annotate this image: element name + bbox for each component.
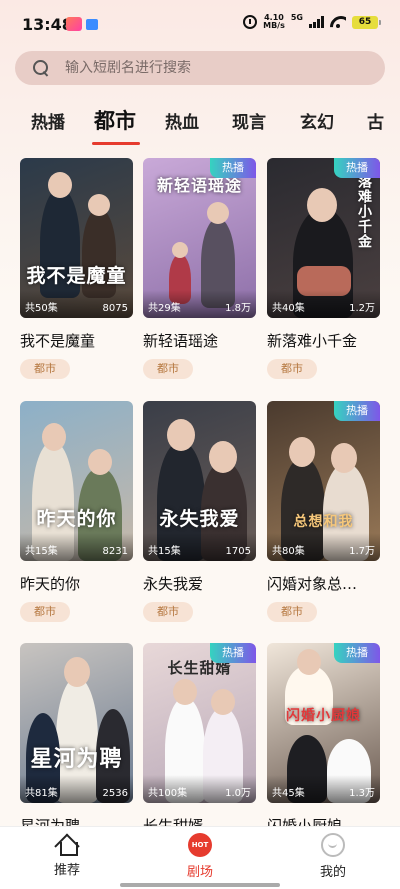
nav-recommend[interactable]: 推荐 [27, 833, 107, 878]
view-count: 8075 [102, 303, 128, 314]
drama-card[interactable]: 长生甜婿 热播 共100集 1.0万 长生甜婿 [143, 643, 256, 826]
view-count: 1.7万 [349, 546, 375, 557]
signal-icon [309, 16, 324, 28]
drama-card[interactable]: 落难小千金 热播 共40集 1.2万 新落难小千金 都市 [267, 158, 380, 379]
search-bar[interactable] [15, 51, 385, 85]
episode-count: 共29集 [148, 303, 181, 314]
app-notification-icon [66, 17, 82, 31]
drama-card[interactable]: 新轻语瑶途 热播 共29集 1.8万 新轻语瑶途 都市 [143, 158, 256, 379]
profile-icon [321, 833, 345, 857]
episode-count: 共50集 [25, 303, 58, 314]
search-icon[interactable] [33, 60, 49, 76]
battery-icon: 65 [352, 15, 381, 29]
genre-tag: 都市 [20, 359, 70, 379]
wifi-icon [330, 16, 346, 28]
drama-title[interactable]: 昨天的你 [20, 573, 133, 594]
home-indicator[interactable] [120, 883, 280, 887]
poster-title: 总想和我 [293, 514, 354, 530]
poster-title: 闪婚小厨娘 [286, 708, 361, 724]
app-notification-icon-2 [86, 19, 98, 30]
drama-card[interactable]: 我不是魔童 共50集 8075 我不是魔童 都市 [20, 158, 133, 379]
drama-card[interactable]: 总想和我 热播 共80集 1.7万 闪婚对象总… 都市 [267, 401, 380, 622]
drama-title[interactable]: 新轻语瑶途 [143, 330, 256, 351]
hot-icon: HOT [188, 833, 212, 857]
drama-poster[interactable]: 长生甜婿 热播 共100集 1.0万 [143, 643, 256, 803]
genre-tag: 都市 [267, 602, 317, 622]
drama-card[interactable]: 昨天的你 共15集 8231 昨天的你 都市 [20, 401, 133, 622]
drama-card[interactable]: 永失我爱 共15集 1705 永失我爱 都市 [143, 401, 256, 622]
network-type: 5G [290, 12, 303, 22]
drama-poster[interactable]: 永失我爱 共15集 1705 [143, 401, 256, 561]
nav-label: 推荐 [53, 863, 80, 878]
episode-count: 共45集 [272, 788, 305, 799]
drama-grid: 我不是魔童 共50集 8075 我不是魔童 都市 新轻语瑶途 热播 共29集 1… [0, 158, 400, 826]
drama-poster[interactable]: 我不是魔童 共50集 8075 [20, 158, 133, 318]
drama-poster[interactable]: 落难小千金 热播 共40集 1.2万 [267, 158, 380, 318]
drama-poster[interactable]: 总想和我 热播 共80集 1.7万 [267, 401, 380, 561]
genre-tag: 都市 [143, 602, 193, 622]
nav-label: 我的 [319, 865, 346, 880]
status-indicators: 4.10 MB/s 5G 65 [243, 12, 381, 30]
drama-title[interactable]: 永失我爱 [143, 573, 256, 594]
drama-title[interactable]: 闪婚小厨娘 [267, 815, 380, 826]
tab-ancient[interactable]: 古 [367, 108, 384, 133]
view-count: 8231 [102, 546, 128, 557]
active-tab-indicator [92, 142, 140, 145]
drama-title[interactable]: 星河为聘 [20, 815, 133, 826]
drama-title[interactable]: 长生甜婿 [143, 815, 256, 826]
genre-tag: 都市 [267, 359, 317, 379]
episode-count: 共40集 [272, 303, 305, 314]
hot-badge: 热播 [334, 158, 380, 178]
episode-count: 共15集 [148, 546, 181, 557]
hot-badge: 热播 [210, 158, 256, 178]
poster-title: 我不是魔童 [26, 265, 127, 287]
hot-badge: 热播 [334, 401, 380, 421]
tab-urban[interactable]: 都市 [94, 105, 136, 135]
tab-hot[interactable]: 热播 [31, 108, 65, 133]
drama-poster[interactable]: 昨天的你 共15集 8231 [20, 401, 133, 561]
net-speed-unit: MB/s [263, 21, 285, 30]
episode-count: 共100集 [148, 788, 188, 799]
home-icon [56, 833, 78, 856]
nav-theater[interactable]: HOT 剧场 [160, 833, 240, 880]
alarm-icon [243, 15, 258, 29]
view-count: 1.2万 [349, 303, 375, 314]
view-count: 1.3万 [349, 788, 375, 799]
genre-tag: 都市 [20, 602, 70, 622]
hot-badge: 热播 [210, 643, 256, 663]
drama-poster[interactable]: 星河为聘 共81集 2536 [20, 643, 133, 803]
tab-action[interactable]: 热血 [165, 108, 199, 133]
poster-title: 星河为聘 [30, 746, 123, 772]
drama-title[interactable]: 闪婚对象总… [267, 573, 380, 594]
nav-profile[interactable]: 我的 [293, 833, 373, 880]
view-count: 1705 [225, 546, 251, 557]
net-speed: 4.10 MB/s [263, 14, 285, 30]
view-count: 1.8万 [225, 303, 251, 314]
drama-title[interactable]: 新落难小千金 [267, 330, 380, 351]
category-tabs: 热播 都市 热血 现言 玄幻 古 [0, 100, 400, 146]
episode-count: 共15集 [25, 546, 58, 557]
nav-label: 剧场 [186, 865, 213, 880]
drama-card[interactable]: 闪婚小厨娘 热播 共45集 1.3万 闪婚小厨娘 [267, 643, 380, 826]
bottom-nav: 推荐 HOT 剧场 我的 [0, 826, 400, 889]
drama-title[interactable]: 我不是魔童 [20, 330, 133, 351]
drama-card[interactable]: 星河为聘 共81集 2536 星河为聘 [20, 643, 133, 826]
view-count: 1.0万 [225, 788, 251, 799]
genre-tag: 都市 [143, 359, 193, 379]
hot-badge: 热播 [334, 643, 380, 663]
tab-romance[interactable]: 现言 [232, 108, 266, 133]
poster-title: 昨天的你 [36, 508, 117, 530]
tab-fantasy[interactable]: 玄幻 [300, 108, 334, 133]
episode-count: 共81集 [25, 788, 58, 799]
drama-poster[interactable]: 新轻语瑶途 热播 共29集 1.8万 [143, 158, 256, 318]
status-bar: 13:48 4.10 MB/s 5G 65 [0, 0, 400, 46]
view-count: 2536 [102, 788, 128, 799]
poster-title: 永失我爱 [159, 508, 240, 530]
search-input[interactable] [65, 60, 345, 76]
drama-poster[interactable]: 闪婚小厨娘 热播 共45集 1.3万 [267, 643, 380, 803]
poster-title: 落难小千金 [356, 174, 372, 249]
episode-count: 共80集 [272, 546, 305, 557]
